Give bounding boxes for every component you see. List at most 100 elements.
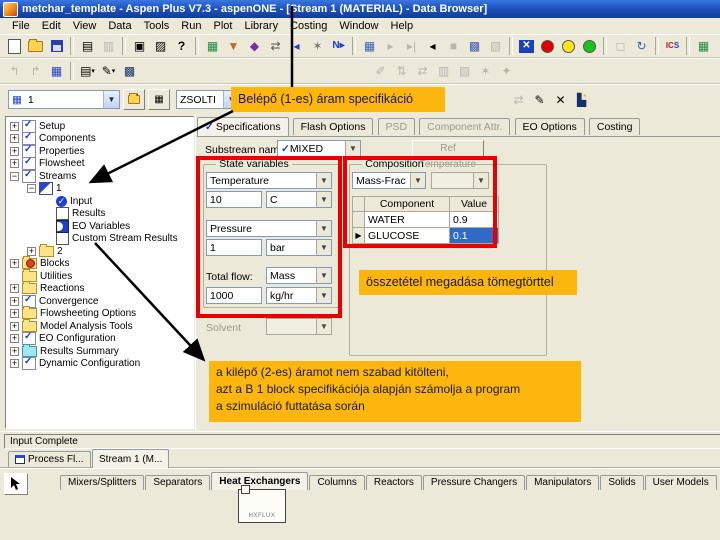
tree-item-stream-2[interactable]: +2 (6, 243, 193, 258)
lock-icon[interactable]: ▧ (454, 61, 475, 82)
pressure-unit-combo[interactable]: bar ▼ (266, 239, 332, 256)
temperature-unit-combo[interactable]: C ▼ (266, 191, 332, 208)
object-combo[interactable]: ▦ 1 ▼ (8, 90, 120, 109)
chevron-down-icon[interactable]: ▼ (316, 268, 331, 283)
tab-specifications[interactable]: ✓ Specifications (197, 117, 289, 136)
chevron-down-icon[interactable]: ▼ (316, 240, 331, 255)
chevron-down-icon[interactable]: ▼ (410, 173, 425, 188)
new-icon[interactable] (4, 36, 25, 57)
solvent-combo[interactable]: ▼ (266, 318, 332, 335)
status-yellow-icon[interactable] (558, 36, 579, 57)
delete-icon[interactable]: ✕ (550, 89, 571, 110)
palette-tab-solids[interactable]: Solids (600, 475, 644, 490)
value-cell-selected[interactable]: 0.1 (449, 227, 499, 244)
chevron-down-icon[interactable]: ▼ (345, 141, 360, 156)
chevron-down-icon[interactable]: ▼ (316, 288, 331, 303)
menu-edit[interactable]: Edit (36, 20, 67, 32)
rotate-icon[interactable]: ⇅ (391, 61, 412, 82)
pressure-combo[interactable]: Pressure ▼ (206, 220, 332, 237)
tree-item-flowsheeting-options[interactable]: + Flowsheeting Options (6, 306, 193, 321)
status-green-icon[interactable] (579, 36, 600, 57)
temperature-combo[interactable]: Temperature ▼ (206, 172, 332, 189)
paste-icon[interactable]: ▨ (150, 36, 171, 57)
component-cell[interactable]: WATER (364, 211, 450, 228)
tree-item-model-analysis-tools[interactable]: + Model Analysis Tools (6, 318, 193, 333)
ref-temperature-button[interactable]: Ref Temperature (412, 140, 484, 170)
forward-form-icon[interactable]: ↱ (25, 61, 46, 82)
tree-item-blocks[interactable]: + Blocks (6, 256, 193, 271)
stop-all-icon[interactable]: ✕ (516, 36, 537, 57)
flow-basis-combo[interactable]: Mass ▼ (266, 267, 332, 284)
tree-item-utilities[interactable]: Utilities (6, 268, 193, 283)
chevron-down-icon[interactable]: ▼ (316, 192, 331, 207)
palette-tab-reactors[interactable]: Reactors (365, 475, 422, 490)
save-icon[interactable] (46, 36, 67, 57)
check-results-icon[interactable]: ▩ (464, 36, 485, 57)
tree-item-properties[interactable]: +Properties (6, 144, 193, 158)
menu-library[interactable]: Library (238, 20, 284, 32)
swap-icon[interactable]: ⇄ (265, 36, 286, 57)
tab-psd[interactable]: PSD (377, 118, 416, 135)
form-browser-button[interactable]: ▦ (148, 89, 170, 110)
tree-item-setup[interactable]: +Setup (6, 119, 193, 133)
tab-flash-options[interactable]: Flash Options (292, 118, 374, 135)
substream-combo[interactable]: ✓MIXED ▼ (277, 140, 361, 157)
refresh-icon[interactable]: ↻ (631, 36, 652, 57)
window-tab-stream-1[interactable]: Stream 1 (M... (92, 449, 170, 468)
tab-costing[interactable]: Costing (588, 118, 641, 135)
menu-run[interactable]: Run (175, 20, 207, 32)
sync-icon[interactable]: ⇄ (508, 89, 529, 110)
temperature-value-input[interactable] (206, 191, 262, 208)
next-form-icon[interactable]: ▙ ▪ (571, 89, 592, 110)
chevron-down-icon[interactable]: ▼ (103, 91, 119, 108)
icarus-icon[interactable]: IC S (662, 36, 683, 57)
window-tab-process-flowsheet[interactable]: Process Fl... (8, 451, 91, 467)
edit-icon[interactable]: ✎ (529, 89, 550, 110)
annotate-icon[interactable]: ◻ (610, 36, 631, 57)
control-panel-icon[interactable]: ▦ (359, 36, 380, 57)
tab-component-attr[interactable]: Component Attr. (419, 118, 511, 135)
plot-wizard-icon[interactable]: ▦ (202, 36, 223, 57)
tab-eo-options[interactable]: EO Options (514, 118, 585, 135)
table-row[interactable]: WATER 0.9 (352, 211, 499, 228)
print-icon[interactable]: ▤ (77, 36, 98, 57)
copy-icon[interactable]: ▣ (129, 36, 150, 57)
tools-icon[interactable]: ✶ (307, 36, 328, 57)
previous-icon[interactable]: ◂ (286, 36, 307, 57)
flow-unit-combo[interactable]: kg/hr ▼ (266, 287, 332, 304)
chevron-down-icon[interactable]: ▼ (316, 221, 331, 236)
tree-item-results[interactable]: Results (6, 207, 193, 221)
run-icon[interactable]: ▸ (380, 36, 401, 57)
menu-view[interactable]: View (67, 20, 103, 32)
align-icon[interactable]: ▥ (433, 61, 454, 82)
tree-item-reactions[interactable]: + Reactions (6, 281, 193, 296)
tree-item-stream-1[interactable]: −1 (6, 182, 193, 196)
data-fit-icon[interactable]: ▼ (223, 36, 244, 57)
data-browser-icon[interactable]: ▦ (46, 61, 67, 82)
settings-icon[interactable]: ▧ (485, 36, 506, 57)
palette-tab-pressure-changers[interactable]: Pressure Changers (422, 475, 526, 490)
tree-item-convergence[interactable]: +Convergence (6, 294, 193, 308)
composition-sub-combo[interactable]: ▼ (431, 172, 489, 189)
parent-folder-button[interactable]: ▲ (123, 89, 145, 110)
tree-item-eo-configuration[interactable]: +EO Configuration (6, 331, 193, 346)
export-table-icon[interactable]: ▦ (693, 36, 714, 57)
menu-file[interactable]: File (6, 20, 36, 32)
title-bar[interactable]: metchar_template - Aspen Plus V7.3 - asp… (0, 0, 720, 18)
value-cell[interactable]: 0.9 (449, 211, 499, 228)
step-icon[interactable]: ▸| (401, 36, 422, 57)
zoom-in-icon[interactable]: ✶ (475, 61, 496, 82)
composition-basis-combo[interactable]: Mass-Frac ▼ (352, 172, 426, 189)
tree-item-input[interactable]: ✓ Input (6, 195, 193, 208)
assay-icon[interactable]: ◆ (244, 36, 265, 57)
palette-tab-separators[interactable]: Separators (145, 475, 211, 490)
draw-pencil-icon[interactable]: ✐ (370, 61, 391, 82)
palette-tab-manipulators[interactable]: Manipulators (526, 475, 600, 490)
menu-window[interactable]: Window (333, 20, 384, 32)
pressure-value-input[interactable] (206, 239, 262, 256)
open-icon[interactable] (25, 36, 46, 57)
tree-item-dynamic-configuration[interactable]: +Dynamic Configuration (6, 356, 193, 371)
flip-icon[interactable]: ⇄ (412, 61, 433, 82)
tree-item-components[interactable]: +Components (6, 131, 193, 146)
menu-plot[interactable]: Plot (207, 20, 238, 32)
